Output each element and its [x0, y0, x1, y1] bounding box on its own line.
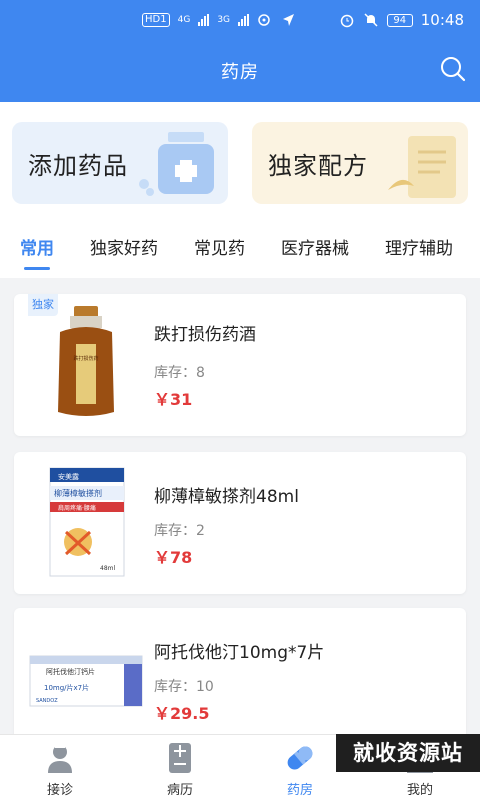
status-right: 94 10:48: [339, 11, 464, 29]
battery-indicator: 94: [386, 13, 413, 27]
product-list: 独家 跌打损伤药 跌打损伤药酒 库存：8 ￥31 安美露 柳薄樟敏搽剂 肩周疼痛…: [0, 278, 480, 734]
product-card[interactable]: 阿托伐他汀钙片 10mg/片x7片 SANDOZ 阿托伐他汀10mg*7片 库存…: [14, 608, 466, 734]
tab-therapy-aids[interactable]: 理疗辅助: [385, 216, 453, 278]
page-title: 药房: [221, 62, 259, 83]
tab-medical-devices[interactable]: 医疗器械: [281, 216, 349, 278]
category-tabs: 常用 独家好药 常见药 医疗器械 理疗辅助: [0, 216, 480, 278]
app-header: HD1 4G 3G 94 10:48 药房: [0, 0, 480, 102]
box-title: 柳薄樟敏搽剂: [54, 488, 102, 498]
signal-icon-2: [238, 14, 250, 26]
box-dose: 10mg/片x7片: [44, 683, 89, 692]
record-icon: [169, 743, 191, 773]
tab-pharmacy-label: 药房: [286, 783, 313, 798]
tab-exclusive-drugs[interactable]: 独家好药: [90, 216, 158, 278]
mute-icon: [364, 13, 378, 27]
alarm-icon: [340, 14, 354, 28]
network-1-label: 4G: [177, 15, 191, 25]
tab-common-drugs[interactable]: 常见药: [194, 216, 245, 278]
product-name: 跌打损伤药酒: [154, 325, 256, 345]
status-left: HD1 4G 3G: [142, 13, 295, 27]
add-medicine-card[interactable]: 添加药品: [12, 122, 228, 204]
hd-indicator: HD1: [142, 13, 170, 27]
status-bar: HD1 4G 3G 94 10:48: [0, 0, 480, 40]
box-size: 48ml: [100, 565, 115, 572]
network-2-label: 3G: [217, 15, 231, 25]
watermark: 就收资源站: [336, 734, 480, 772]
tab-reception[interactable]: 接诊: [0, 735, 120, 800]
tab-common[interactable]: 常用: [20, 216, 54, 278]
title-bar: 药房: [0, 40, 480, 102]
product-card[interactable]: 安美露 柳薄樟敏搽剂 肩周疼痛·腰痛 48ml 柳薄樟敏搽剂48ml 库存：2 …: [14, 452, 466, 594]
product-price: ￥29.5: [154, 704, 210, 723]
bottle-label: 跌打损伤药: [73, 355, 98, 362]
product-stock: 库存：10: [154, 679, 214, 695]
doctor-icon: [48, 744, 72, 773]
box-subtitle: 肩周疼痛·腰痛: [58, 504, 96, 512]
exclusive-formula-label: 独家配方: [268, 152, 368, 180]
wifi-icon: [258, 14, 270, 26]
box-brand: SANDOZ: [36, 698, 58, 704]
scroll-icon: [388, 136, 456, 198]
medicine-bottle-icon: [139, 132, 214, 196]
product-stock: 库存：8: [154, 365, 205, 381]
product-price: ￥78: [154, 548, 193, 567]
product-name: 柳薄樟敏搽剂48ml: [154, 487, 299, 507]
tab-reception-label: 接诊: [46, 783, 73, 798]
quick-cards: 添加药品 独家配方: [0, 102, 480, 216]
location-icon: [283, 14, 295, 26]
product-price: ￥31: [154, 390, 193, 409]
tab-profile-label: 我的: [406, 783, 433, 798]
pill-icon: [287, 746, 313, 770]
box-title: 阿托伐他汀钙片: [46, 667, 95, 676]
product-card[interactable]: 独家 跌打损伤药 跌打损伤药酒 库存：8 ￥31: [14, 294, 466, 436]
product-stock: 库存：2: [154, 523, 205, 539]
product-image: 安美露 柳薄樟敏搽剂 肩周疼痛·腰痛 48ml: [49, 467, 125, 577]
clock: 10:48: [420, 11, 464, 29]
signal-icon: [198, 14, 210, 26]
box-brand: 安美露: [58, 472, 79, 481]
product-image: 跌打损伤药: [58, 306, 114, 416]
product-image: 阿托伐他汀钙片 10mg/片x7片 SANDOZ: [29, 655, 143, 707]
add-medicine-label: 添加药品: [28, 152, 128, 180]
product-name: 阿托伐他汀10mg*7片: [154, 643, 325, 663]
search-icon[interactable]: [438, 54, 468, 84]
tab-records-label: 病历: [166, 783, 193, 798]
tab-records[interactable]: 病历: [120, 735, 240, 800]
exclusive-formula-card[interactable]: 独家配方: [252, 122, 468, 204]
